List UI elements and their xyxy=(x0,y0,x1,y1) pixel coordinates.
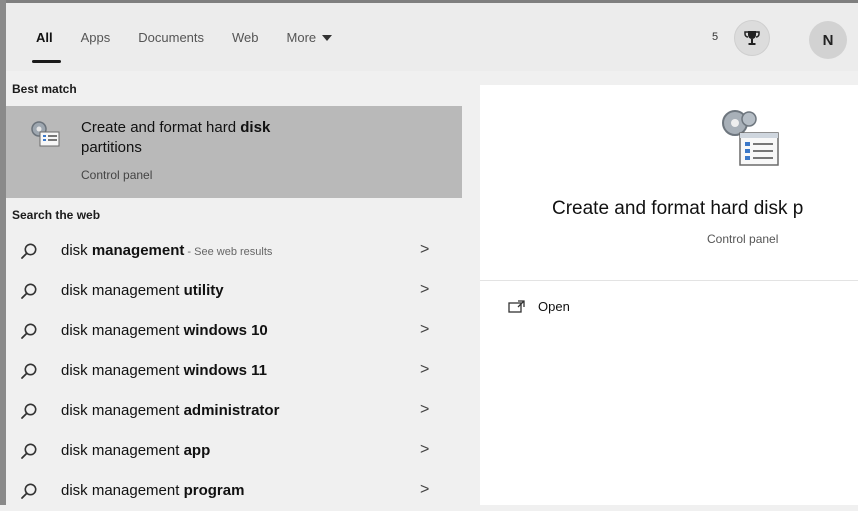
chevron-right-icon[interactable]: > xyxy=(420,361,429,379)
search-icon xyxy=(21,363,37,379)
web-result-row[interactable]: disk management app > xyxy=(6,431,462,471)
best-match-heading: Best match xyxy=(12,82,77,96)
web-result-text: disk management windows 10 xyxy=(61,322,268,339)
web-result-text: disk management utility xyxy=(61,282,224,299)
rewards-points: 5 xyxy=(712,31,719,43)
tab-apps[interactable]: Apps xyxy=(81,30,111,45)
chevron-down-icon xyxy=(322,34,333,41)
chevron-right-icon[interactable]: > xyxy=(420,241,429,259)
tab-documents[interactable]: Documents xyxy=(138,30,204,45)
results-pane: Best match Create and format hard disk p… xyxy=(6,71,462,505)
web-result-suggestion: program xyxy=(183,482,245,499)
tab-web[interactable]: Web xyxy=(232,30,259,45)
web-result-query: disk management xyxy=(61,482,184,499)
chevron-right-icon[interactable]: > xyxy=(420,441,429,459)
open-icon xyxy=(508,299,525,313)
web-result-suggestion: administrator xyxy=(183,402,280,419)
search-icon xyxy=(21,323,37,339)
control-panel-icon xyxy=(722,110,779,166)
open-action[interactable]: Open xyxy=(508,299,570,314)
search-filter-bar: All Apps Documents Web More 5 N xyxy=(6,3,858,71)
web-result-query: disk management xyxy=(61,442,184,459)
web-result-text: disk management program xyxy=(61,482,244,499)
control-panel-icon xyxy=(31,121,60,147)
web-result-row[interactable]: disk management utility > xyxy=(6,271,462,311)
search-icon xyxy=(21,483,37,499)
best-match-title-bold: disk xyxy=(240,119,271,136)
web-result-suggestion: windows 10 xyxy=(183,322,268,339)
tab-more-label: More xyxy=(286,30,317,45)
web-result-hint: - See web results xyxy=(184,246,273,258)
web-result-row[interactable]: disk management program > xyxy=(6,471,462,511)
web-result-suggestion: app xyxy=(183,442,211,459)
web-result-suggestion: management xyxy=(91,242,185,259)
web-result-text: disk management app xyxy=(61,442,210,459)
tab-all[interactable]: All xyxy=(32,30,61,63)
avatar-initial: N xyxy=(822,31,834,49)
open-label: Open xyxy=(538,299,570,314)
web-result-query: disk management xyxy=(61,402,184,419)
web-result-text: disk management - See web results xyxy=(61,242,272,259)
web-result-query: disk management xyxy=(61,282,184,299)
filter-tabs: All Apps Documents Web More xyxy=(32,30,360,63)
preview-pane: Create and format hard disk p Control pa… xyxy=(480,85,858,505)
search-icon xyxy=(21,243,37,259)
search-icon xyxy=(21,443,37,459)
web-result-text: disk management administrator xyxy=(61,402,279,419)
best-match-result[interactable]: Create and format hard disk partitions C… xyxy=(6,106,462,198)
web-result-text: disk management windows 11 xyxy=(61,362,267,379)
rewards-button[interactable] xyxy=(734,20,770,56)
best-match-title-plain: Create and format hard xyxy=(81,119,241,136)
search-icon xyxy=(21,403,37,419)
preview-subtitle: Control panel xyxy=(707,232,779,246)
search-web-heading: Search the web xyxy=(12,208,101,222)
web-result-suggestion: windows 11 xyxy=(183,362,267,379)
web-result-row[interactable]: disk management windows 10 > xyxy=(6,311,462,351)
web-result-row[interactable]: disk management administrator > xyxy=(6,391,462,431)
chevron-right-icon[interactable]: > xyxy=(420,401,429,419)
web-result-query: disk xyxy=(61,242,92,259)
preview-header: Create and format hard disk p Control pa… xyxy=(480,85,858,281)
web-result-row[interactable]: disk management windows 11 > xyxy=(6,351,462,391)
best-match-title-line2: partitions xyxy=(81,139,142,156)
best-match-title: Create and format hard disk partitions xyxy=(81,118,381,158)
web-result-query: disk management xyxy=(61,322,184,339)
search-icon xyxy=(21,283,37,299)
best-match-subtitle: Control panel xyxy=(81,168,153,182)
chevron-right-icon[interactable]: > xyxy=(420,481,429,499)
avatar[interactable]: N xyxy=(809,21,847,59)
trophy-icon xyxy=(744,31,760,45)
tab-more[interactable]: More xyxy=(287,30,333,45)
web-result-row[interactable]: disk management - See web results > xyxy=(6,231,462,271)
chevron-right-icon[interactable]: > xyxy=(420,281,429,299)
preview-title: Create and format hard disk p xyxy=(552,198,804,219)
web-result-suggestion: utility xyxy=(183,282,224,299)
chevron-right-icon[interactable]: > xyxy=(420,321,429,339)
web-result-query: disk management xyxy=(61,362,184,379)
